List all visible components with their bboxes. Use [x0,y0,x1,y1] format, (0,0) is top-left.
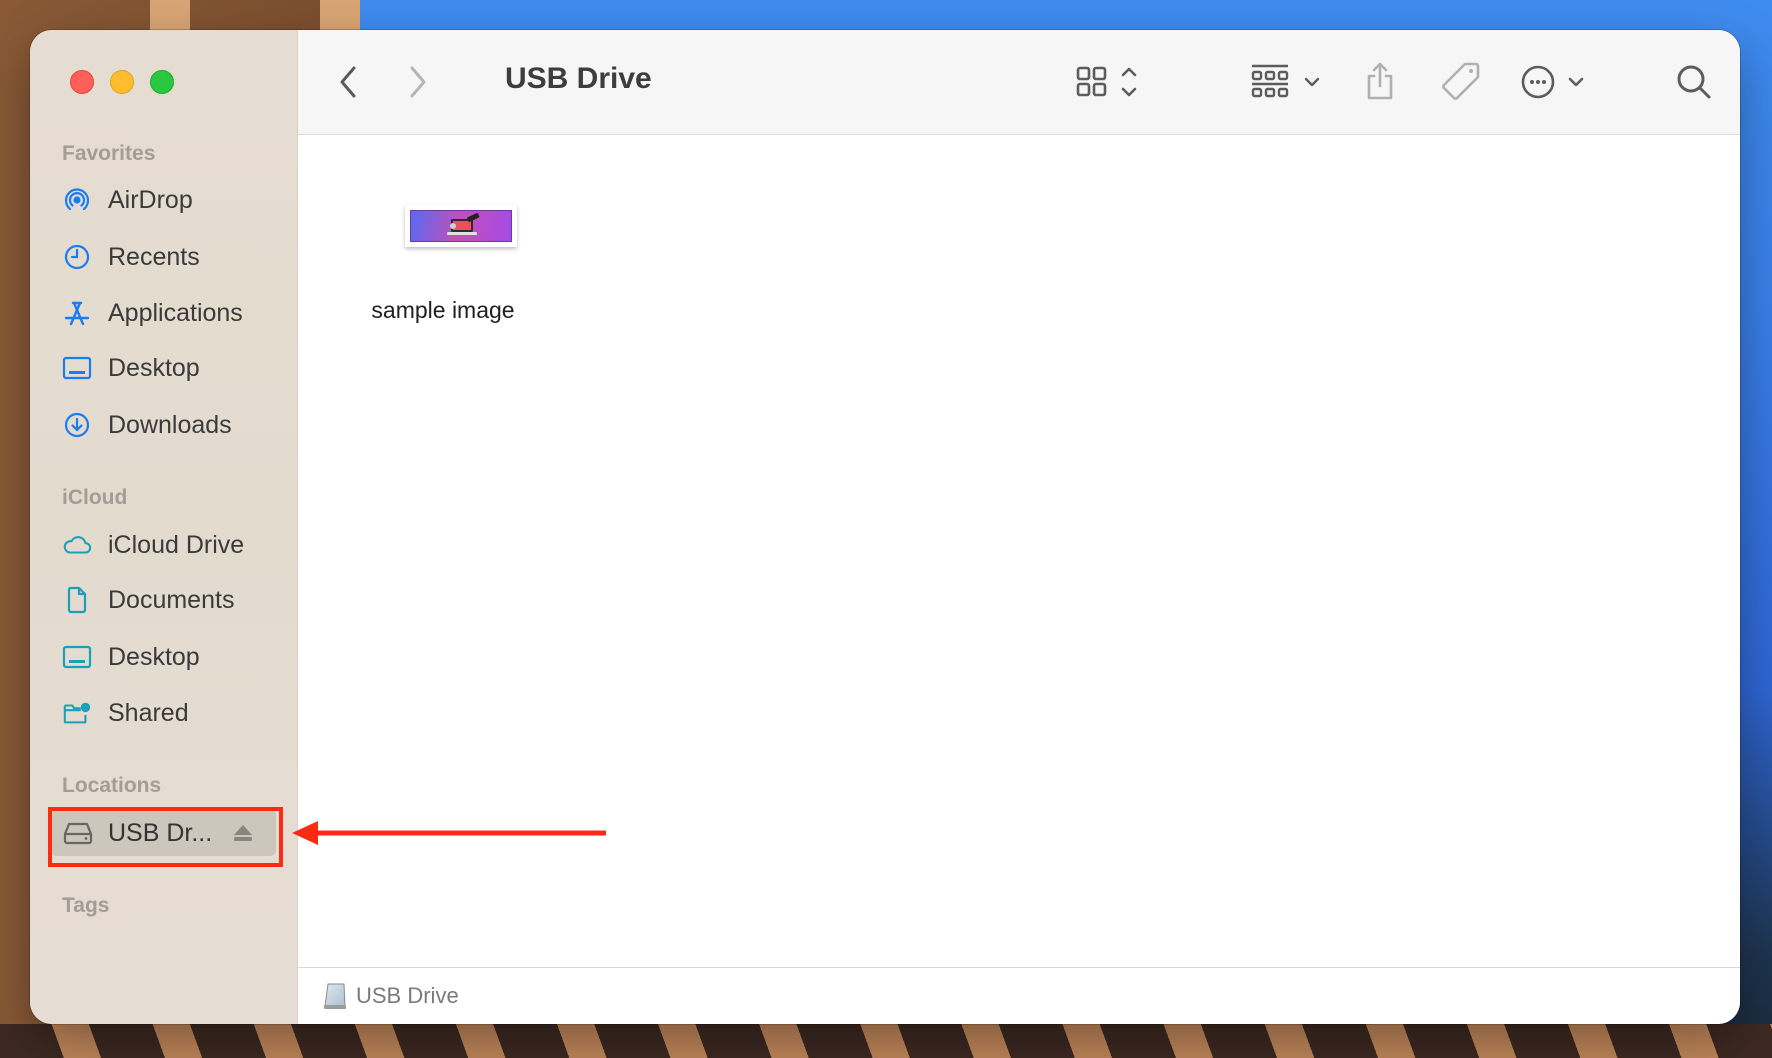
eject-icon[interactable] [232,822,254,844]
path-bar: USB Drive [298,967,1740,1024]
finder-window: Favorites AirDrop Recents Applications D… [30,30,1740,1024]
sidebar-item-label: USB Dr... [108,818,213,847]
document-icon [62,585,92,615]
search-button[interactable] [1672,60,1716,104]
airdrop-icon [62,185,92,215]
sidebar-item-desktop[interactable]: Desktop [62,347,200,389]
sidebar-item-label: Recents [108,242,200,271]
forward-button[interactable] [400,62,436,102]
sidebar-item-applications[interactable]: Applications [62,292,243,334]
tag-icon [1442,62,1480,100]
sidebar-item-downloads[interactable]: Downloads [62,404,232,446]
image-preview [410,210,512,242]
applications-icon [62,298,92,328]
sidebar-item-label: Documents [108,585,235,614]
file-name: sample image [371,297,515,323]
chevron-left-icon [340,66,356,98]
sidebar: Favorites AirDrop Recents Applications D… [30,30,298,1024]
view-options-button[interactable] [1074,60,1150,104]
window-title: USB Drive [505,62,652,95]
close-button[interactable] [70,70,94,94]
clock-icon [62,242,92,272]
back-button[interactable] [330,62,366,102]
sidebar-item-usb-drive[interactable]: USB Dr... [50,810,276,856]
zoom-button[interactable] [150,70,174,94]
icon-grid-view-icon [1076,66,1137,97]
sidebar-item-shared[interactable]: Shared [62,692,189,734]
section-header-locations: Locations [62,774,162,797]
file-thumbnail [405,205,517,247]
sidebar-item-recents[interactable]: Recents [62,236,200,278]
chevron-right-icon [410,66,426,98]
section-header-icloud: iCloud [62,486,128,509]
share-icon [1367,62,1393,100]
sidebar-item-icloud-desktop[interactable]: Desktop [62,636,200,678]
drive-icon [322,982,348,1010]
more-actions-button[interactable] [1520,60,1596,104]
toolbar: USB Drive [298,30,1740,135]
sidebar-item-documents[interactable]: Documents [62,579,234,621]
desktop-icon [62,642,92,672]
group-by-button[interactable] [1248,60,1328,104]
group-by-icon [1251,64,1320,98]
download-icon [62,410,92,440]
section-header-favorites: Favorites [62,142,156,165]
search-icon [1677,65,1711,99]
sidebar-item-label: Downloads [108,410,232,439]
desktop-icon [62,353,92,383]
section-header-tags: Tags [62,894,110,917]
tag-button[interactable] [1438,58,1484,104]
annotation-arrow [292,821,606,845]
sidebar-item-icloud-drive[interactable]: iCloud Drive [62,524,244,566]
cloud-icon [62,530,92,560]
sidebar-item-label: AirDrop [108,185,193,214]
sidebar-item-label: Shared [108,698,189,727]
sidebar-item-label: iCloud Drive [108,530,245,559]
drive-icon [62,818,94,848]
ellipsis-circle-icon [1521,65,1584,99]
sidebar-item-label: Applications [108,298,243,327]
sidebar-item-label: Desktop [108,353,200,382]
share-button[interactable] [1360,58,1400,104]
shared-folder-icon [62,698,92,728]
sidebar-item-airdrop[interactable]: AirDrop [62,179,193,221]
minimize-button[interactable] [110,70,134,94]
sidebar-item-label: Desktop [108,642,200,671]
path-bar-label[interactable]: USB Drive [356,983,459,1009]
